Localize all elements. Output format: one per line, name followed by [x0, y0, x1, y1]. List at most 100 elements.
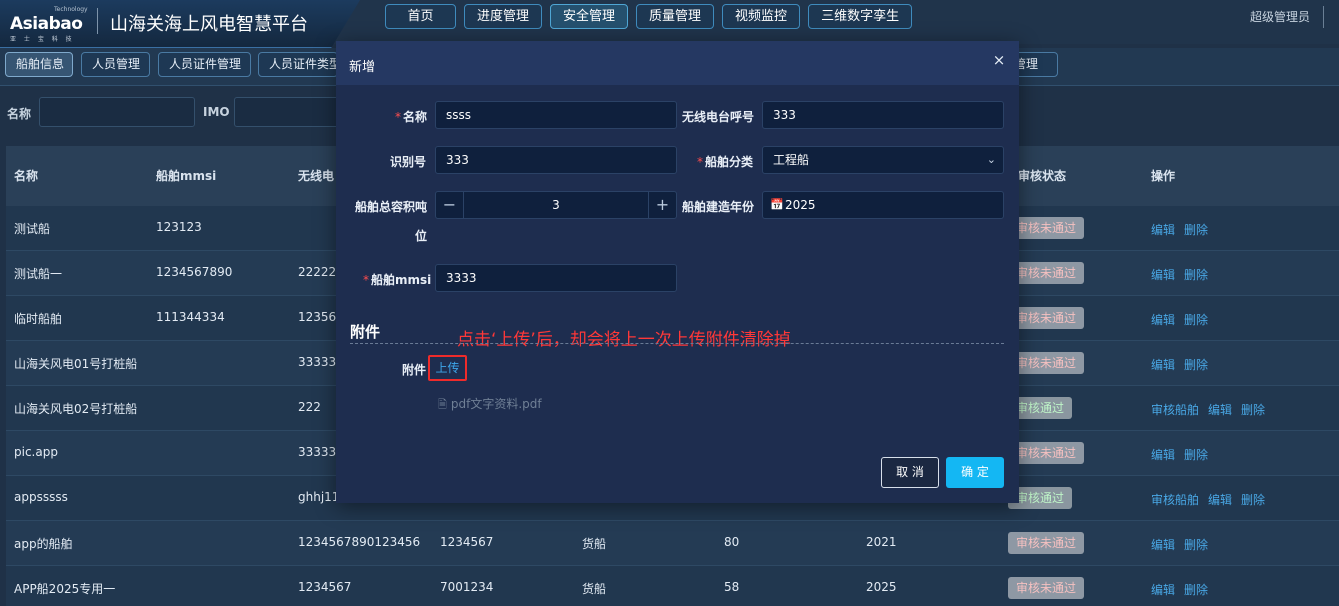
minus-icon[interactable]: − [436, 192, 464, 218]
col-status: 审核状态 [1018, 169, 1067, 183]
ship-type-select[interactable]: 工程船 ⌄ [762, 146, 1004, 174]
name-input[interactable]: ssss [435, 101, 677, 129]
tab-personnel[interactable]: 人员管理 [81, 52, 150, 77]
delete-link[interactable]: 删除 [1184, 358, 1208, 372]
delete-link[interactable]: 删除 [1241, 493, 1265, 507]
nav-video[interactable]: 视频监控 [722, 4, 801, 29]
add-dialog: 新增 × * 名称 ssss 无线电台呼号 333 识别号 333 * 船舶分类 工… [336, 41, 1019, 503]
tonnage-value[interactable]: 3 [464, 192, 648, 218]
delete-link[interactable]: 删除 [1184, 223, 1208, 237]
logo-brand: Asiabao [10, 14, 83, 34]
mmsi-input[interactable]: 3333 [435, 264, 677, 292]
logo-tech: Technology [54, 6, 88, 13]
nav-quality[interactable]: 质量管理 [636, 4, 715, 29]
cell-radio: 33333 [298, 445, 337, 459]
edit-link[interactable]: 编辑 [1151, 223, 1175, 237]
cell-c4: 7001234 [440, 580, 494, 594]
delete-link[interactable]: 删除 [1241, 403, 1265, 417]
cell-c4: 1234567 [440, 535, 494, 549]
status-badge: 审核未通过 [1008, 307, 1085, 329]
cell-name: pic.app [14, 445, 58, 459]
confirm-button[interactable]: 确 定 [946, 457, 1004, 488]
nav-safety[interactable]: 安全管理 [550, 4, 629, 29]
edit-link[interactable]: 编辑 [1208, 403, 1232, 417]
user-menu[interactable]: 超级管理员 [1250, 8, 1310, 25]
row-actions: 审核船舶 编辑 删除 [1151, 401, 1274, 418]
row-actions: 编辑 删除 [1151, 266, 1217, 283]
id-number-label: 识别号 [390, 155, 427, 169]
tonnage-label-line2: 位 [415, 229, 428, 243]
delete-link[interactable]: 删除 [1184, 448, 1208, 462]
attachment-label: 附件 [402, 363, 427, 377]
status-badge: 审核未通过 [1008, 577, 1085, 599]
edit-link[interactable]: 编辑 [1151, 313, 1175, 327]
cell-radio: 12356 [298, 310, 337, 324]
section-divider [350, 343, 1004, 344]
row-actions: 编辑 删除 [1151, 356, 1217, 373]
row-actions: 审核船舶 编辑 删除 [1151, 491, 1274, 508]
col-radio: 无线电 [298, 169, 335, 183]
tab-personnel-cert[interactable]: 人员证件管理 [158, 52, 251, 77]
filter-name-label: 名称 [7, 107, 32, 121]
radio-callsign-input[interactable]: 333 [762, 101, 1004, 129]
upload-button[interactable]: 上传 [428, 355, 467, 381]
cell-name: appsssss [14, 490, 68, 504]
name-label-text: 名称 [402, 110, 427, 124]
cell-radio: 222 [298, 400, 321, 414]
edit-link[interactable]: 编辑 [1151, 538, 1175, 552]
review-link[interactable]: 审核船舶 [1151, 403, 1199, 417]
cell-name: 测试船一 [14, 267, 63, 281]
required-mark: * [363, 273, 369, 287]
required-mark: * [697, 155, 703, 169]
logo: Technology Asiabao 亚 士 宝 科 技 [8, 6, 92, 43]
build-year-value: 2025 [785, 198, 816, 212]
edit-link[interactable]: 编辑 [1151, 358, 1175, 372]
edit-link[interactable]: 编辑 [1208, 493, 1232, 507]
delete-link[interactable]: 删除 [1184, 268, 1208, 282]
top-bar: Technology Asiabao 亚 士 宝 科 技 山海关海上风电智慧平台… [0, 0, 1339, 48]
close-icon[interactable]: × [991, 52, 1007, 68]
brand-area: Technology Asiabao 亚 士 宝 科 技 山海关海上风电智慧平台 [0, 0, 360, 48]
row-actions: 编辑 删除 [1151, 221, 1217, 238]
table-row: APP船2025专用一 1234567 7001234 货船 58 2025 审核未通过 编辑… [6, 566, 1339, 606]
delete-link[interactable]: 删除 [1184, 583, 1208, 597]
delete-link[interactable]: 删除 [1184, 538, 1208, 552]
row-actions: 编辑 删除 [1151, 581, 1217, 598]
edit-link[interactable]: 编辑 [1151, 448, 1175, 462]
tab-ship-info[interactable]: 船舶信息 [5, 52, 73, 77]
filter-name-input[interactable] [39, 97, 195, 127]
cell-c7: 2025 [866, 580, 897, 594]
cell-name: app的船舶 [14, 537, 73, 551]
edit-link[interactable]: 编辑 [1151, 583, 1175, 597]
app-title: 山海关海上风电智慧平台 [110, 14, 308, 35]
ship-type-label-text: 船舶分类 [705, 155, 754, 169]
tab-cert-type[interactable]: 人员证件类型 [258, 52, 338, 77]
status-badge: 审核未通过 [1008, 262, 1085, 284]
nav-digital-twin[interactable]: 三维数字孪生 [808, 4, 913, 29]
attachment-file[interactable]: 🗎 pdf文字资料.pdf [438, 395, 542, 415]
row-actions: 编辑 删除 [1151, 536, 1217, 553]
delete-link[interactable]: 删除 [1184, 313, 1208, 327]
plus-icon[interactable]: + [648, 192, 676, 218]
status-badge: 审核未通过 [1008, 532, 1085, 554]
cancel-button[interactable]: 取 消 [881, 457, 939, 488]
col-ops: 操作 [1151, 169, 1176, 183]
cell-name: 山海关风电01号打桩船 [14, 357, 138, 371]
mmsi-label: * 船舶mmsi [363, 271, 431, 288]
status-badge: 审核未通过 [1008, 217, 1085, 239]
build-year-picker[interactable]: 📅 2025 [762, 191, 1004, 219]
brand-divider [97, 8, 98, 34]
document-icon: 🗎 [438, 398, 447, 411]
status-badge: 审核未通过 [1008, 352, 1085, 374]
row-actions: 编辑 删除 [1151, 311, 1217, 328]
filter-imo-input[interactable] [234, 97, 344, 127]
nav-home[interactable]: 首页 [385, 4, 456, 29]
required-mark: * [394, 110, 401, 124]
review-link[interactable]: 审核船舶 [1151, 493, 1199, 507]
chevron-down-icon: ⌄ [986, 153, 996, 166]
top-nav: 首页 进度管理 安全管理 质量管理 视频监控 三维数字孪生 [385, 4, 913, 29]
edit-link[interactable]: 编辑 [1151, 268, 1175, 282]
cell-radio: 1234567 [298, 580, 352, 594]
id-number-input[interactable]: 333 [435, 146, 677, 174]
nav-progress[interactable]: 进度管理 [464, 4, 543, 29]
